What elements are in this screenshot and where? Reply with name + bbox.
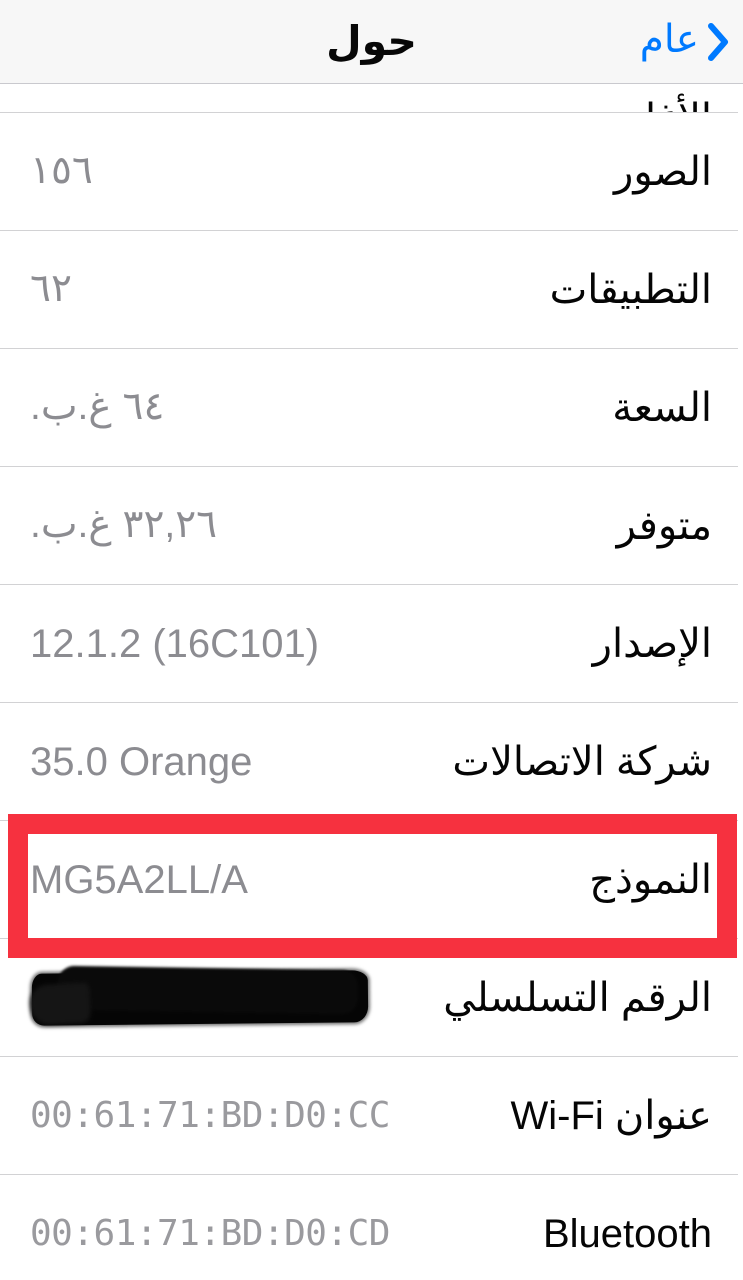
table-row-serial[interactable]: الرقم التسلسلي	[0, 939, 743, 1056]
about-screen: حول عام الأغاني الصور ١٥٦ التطبيقات ٦٢	[0, 0, 743, 1280]
row-value: ٦٢	[30, 267, 72, 311]
chevron-right-icon	[705, 20, 731, 64]
row-value: 00:61:71:BD:D0:CC	[30, 1094, 390, 1136]
clipped-row-label: الأغاني	[600, 96, 712, 112]
table-row[interactable]: Bluetooth 00:61:71:BD:D0:CD	[0, 1175, 743, 1280]
row-value: MG5A2LL/A	[30, 857, 248, 902]
row-label: شركة الاتصالات	[452, 739, 712, 784]
table-row-model[interactable]: النموذج MG5A2LL/A	[0, 821, 743, 938]
about-list: الأغاني الصور ١٥٦ التطبيقات ٦٢ السعة ٦٤ …	[0, 84, 743, 1280]
row-label: الصور	[614, 149, 712, 194]
row-label: الرقم التسلسلي	[443, 975, 712, 1020]
row-label: Bluetooth	[542, 1211, 712, 1256]
table-row[interactable]: شركة الاتصالات 35.0 Orange	[0, 703, 743, 820]
back-button-label: عام	[639, 18, 699, 61]
row-value: 35.0 Orange	[30, 739, 253, 784]
back-button[interactable]: عام	[632, 0, 731, 83]
row-label: السعة	[612, 385, 712, 430]
table-row[interactable]: الإصدار 12.1.2 (16C101)	[0, 585, 743, 702]
row-label: متوفر	[616, 503, 712, 548]
row-value: ٦٤ غ.ب.	[30, 385, 165, 429]
row-label: عنوان Wi-Fi	[510, 1093, 712, 1138]
redaction-mark	[28, 965, 370, 1028]
navigation-bar: حول عام	[0, 0, 743, 84]
row-label: الإصدار	[592, 621, 712, 666]
row-value: ٣٢,٢٦ غ.ب.	[30, 503, 218, 547]
row-value: 00:61:71:BD:D0:CD	[30, 1212, 390, 1254]
row-label: النموذج	[589, 857, 712, 902]
row-value: 12.1.2 (16C101)	[30, 621, 320, 666]
list-item-clipped[interactable]: الأغاني	[0, 84, 743, 112]
table-row[interactable]: متوفر ٣٢,٢٦ غ.ب.	[0, 467, 743, 584]
table-row[interactable]: التطبيقات ٦٢	[0, 231, 743, 348]
table-row[interactable]: عنوان Wi-Fi 00:61:71:BD:D0:CC	[0, 1057, 743, 1174]
row-value: ١٥٦	[30, 149, 93, 193]
row-label: التطبيقات	[549, 267, 712, 312]
table-row[interactable]: السعة ٦٤ غ.ب.	[0, 349, 743, 466]
table-row[interactable]: الصور ١٥٦	[0, 113, 743, 230]
